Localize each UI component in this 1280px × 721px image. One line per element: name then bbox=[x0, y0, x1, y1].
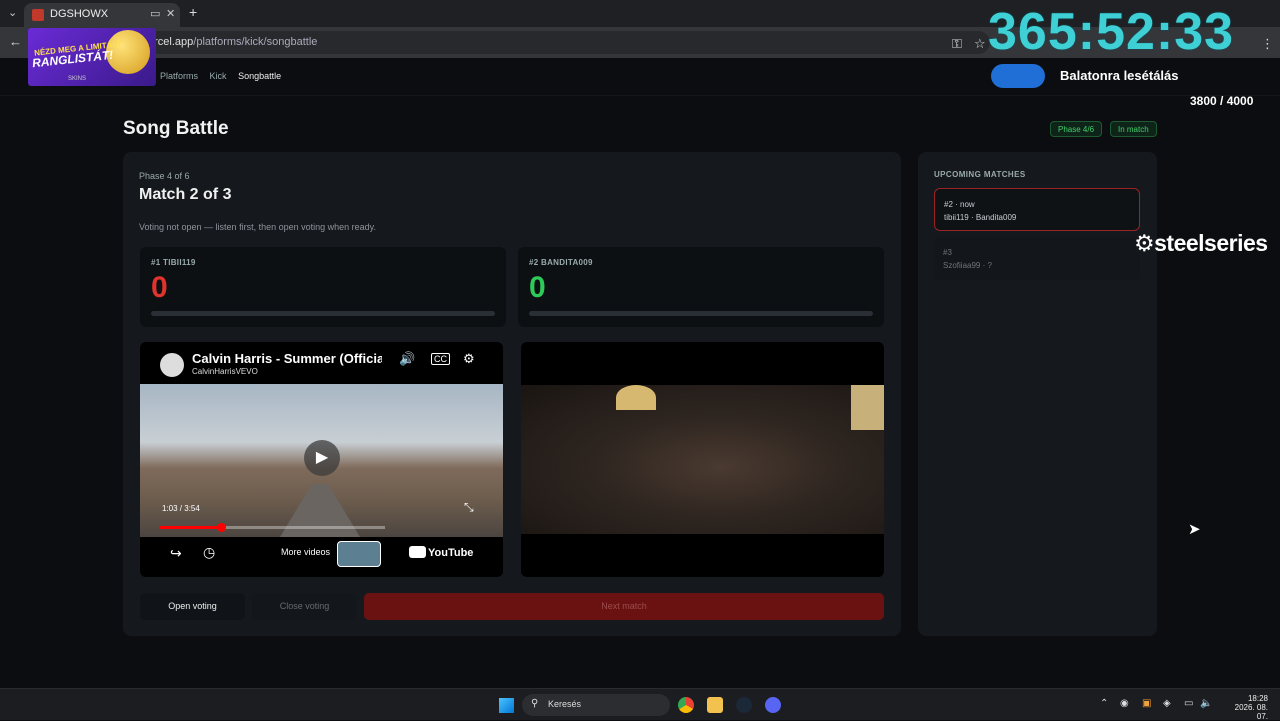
system-clock[interactable]: 18:28 2026. 08. 07. bbox=[1222, 694, 1268, 721]
upcoming-match-item[interactable]: #2 · now tibii119 · Bandita009 bbox=[934, 188, 1140, 231]
clock-date: 2026. 08. 07. bbox=[1234, 703, 1268, 721]
app-tray-icon[interactable]: ▣ bbox=[1142, 698, 1151, 709]
video-player-2[interactable] bbox=[521, 342, 884, 577]
scrubber-handle[interactable] bbox=[216, 523, 226, 532]
search-icon: ⚲ bbox=[531, 698, 539, 709]
taskbar-search-label: Keresés bbox=[548, 699, 582, 709]
match-players: Szofiiaa99 · ? bbox=[943, 261, 992, 270]
url-field[interactable]: ercel.app/platforms/kick/songbattle bbox=[60, 31, 990, 54]
page-title: Song Battle bbox=[123, 118, 229, 139]
phase-badge: Phase 4/6 bbox=[1050, 121, 1103, 137]
window-light-shape bbox=[851, 385, 884, 430]
video-frame-2[interactable] bbox=[521, 385, 884, 534]
captions-icon[interactable]: CC bbox=[431, 353, 450, 365]
upcoming-header: UPCOMING MATCHES bbox=[934, 170, 1026, 179]
new-tab-icon[interactable]: + bbox=[189, 4, 197, 20]
open-voting-button[interactable]: Open voting bbox=[140, 593, 245, 620]
tab-media-icon[interactable]: ▭ bbox=[150, 7, 160, 20]
url-text: ercel.app/platforms/kick/songbattle bbox=[148, 36, 318, 48]
channel-name[interactable]: CalvinHarrisVEVO bbox=[192, 367, 258, 376]
subathon-timer: 365:52:33 bbox=[988, 3, 1235, 61]
youtube-player[interactable]: Calvin Harris - Summer (Official CalvinH… bbox=[140, 342, 503, 577]
tab-close-icon[interactable]: ✕ bbox=[166, 7, 175, 20]
volume-tray-icon[interactable]: 🔈 bbox=[1200, 698, 1212, 709]
video-progress-bar[interactable] bbox=[160, 523, 385, 532]
youtube-play-icon bbox=[409, 546, 426, 558]
goal-title: Balatonra lesétálás bbox=[1060, 68, 1179, 83]
clock-time: 18:28 bbox=[1247, 694, 1268, 703]
bookmark-star-icon[interactable]: ☆ bbox=[974, 36, 986, 52]
tab-menu-icon[interactable]: ⌄ bbox=[8, 6, 17, 19]
file-explorer-icon[interactable] bbox=[707, 697, 723, 713]
steam-icon[interactable] bbox=[736, 697, 752, 713]
browser-tab[interactable]: DGSHOWX ▭ ✕ bbox=[24, 3, 180, 27]
close-voting-button[interactable]: Close voting bbox=[252, 593, 357, 620]
more-videos-thumbnail[interactable] bbox=[337, 541, 381, 567]
back-icon[interactable]: ← bbox=[9, 34, 22, 49]
tab-title: DGSHOWX bbox=[50, 8, 109, 20]
video-progress-fill bbox=[160, 526, 221, 529]
taskbar-search[interactable]: ⚲ Keresés bbox=[522, 694, 670, 716]
contestant-score: 0 bbox=[529, 271, 546, 304]
breadcrumb-songbattle: Songbattle bbox=[238, 71, 282, 81]
contestant-card-1: #1 TIBII119 0 bbox=[140, 247, 506, 327]
chrome-icon[interactable] bbox=[678, 697, 694, 713]
contestant-score: 0 bbox=[151, 271, 168, 304]
youtube-logo[interactable]: YouTube bbox=[409, 546, 473, 559]
play-icon[interactable]: ▶ bbox=[304, 440, 340, 476]
voting-status-message: Voting not open — listen first, then ope… bbox=[139, 222, 376, 232]
breadcrumb: Platforms Kick Songbattle bbox=[160, 71, 290, 81]
breadcrumb-kick[interactable]: Kick bbox=[210, 71, 227, 81]
match-number: #3 bbox=[943, 248, 952, 257]
windows-start-icon[interactable] bbox=[499, 698, 514, 713]
share-icon[interactable]: ↪ bbox=[170, 545, 182, 562]
watch-later-icon[interactable]: ◷ bbox=[203, 544, 215, 561]
more-videos-label[interactable]: More videos bbox=[281, 547, 330, 557]
match-label: Match 2 of 3 bbox=[139, 186, 232, 203]
road-shape bbox=[280, 484, 360, 537]
match-players: tibii119 · Bandita009 bbox=[944, 213, 1017, 222]
next-match-button[interactable]: Next match bbox=[364, 593, 884, 620]
contestant-card-2: #2 BANDITA009 0 bbox=[518, 247, 884, 327]
network-icon[interactable]: ▭ bbox=[1184, 698, 1193, 709]
contestant-name: #1 TIBII119 bbox=[151, 258, 196, 267]
discord-icon[interactable] bbox=[765, 697, 781, 713]
channel-avatar[interactable] bbox=[160, 353, 184, 377]
lamp-shape bbox=[616, 385, 656, 410]
steam-tray-icon[interactable]: ◉ bbox=[1120, 698, 1129, 709]
phase-label: Phase 4 of 6 bbox=[139, 171, 190, 181]
key-icon[interactable]: ⚿ bbox=[952, 36, 962, 52]
gear-icon[interactable]: ⚙ bbox=[463, 351, 475, 367]
sponsor-logo: ⚙steelseries bbox=[1134, 230, 1268, 256]
tray-chevron-icon[interactable]: ⌃ bbox=[1100, 698, 1108, 709]
vote-share-bar bbox=[151, 311, 495, 316]
video-title[interactable]: Calvin Harris - Summer (Official bbox=[192, 351, 382, 366]
status-badge: In match bbox=[1110, 121, 1157, 137]
upcoming-match-item[interactable]: #3 Szofiiaa99 · ? bbox=[934, 237, 1140, 280]
fullscreen-icon[interactable]: ⤡ bbox=[464, 500, 474, 515]
contestant-name: #2 BANDITA009 bbox=[529, 258, 593, 267]
promo-banner[interactable]: NÉZD MEG A LIMITÁLT RANGLISTÁT! SKINS bbox=[28, 28, 156, 86]
goal-count: 3800 / 4000 bbox=[1190, 94, 1254, 108]
video-time: 1:03 / 3:54 bbox=[162, 504, 200, 513]
breadcrumb-platforms[interactable]: Platforms bbox=[160, 71, 198, 81]
favicon-icon bbox=[32, 9, 44, 21]
taskbar: ⚲ Keresés ⌃ ◉ ▣ ◈ ▭ 🔈 18:28 2026. 08. 07… bbox=[0, 688, 1280, 721]
volume-icon[interactable]: 🔊 bbox=[399, 351, 415, 367]
browser-menu-icon[interactable]: ⋮ bbox=[1261, 36, 1274, 52]
promo-brand: SKINS bbox=[68, 76, 87, 82]
match-number: #2 · now bbox=[944, 200, 975, 209]
vote-share-bar bbox=[529, 311, 873, 316]
mouse-cursor-icon: ➤ bbox=[1188, 521, 1201, 538]
goal-progress-pill bbox=[991, 64, 1045, 88]
discord-tray-icon[interactable]: ◈ bbox=[1163, 698, 1171, 709]
nav-divider bbox=[0, 95, 1280, 96]
